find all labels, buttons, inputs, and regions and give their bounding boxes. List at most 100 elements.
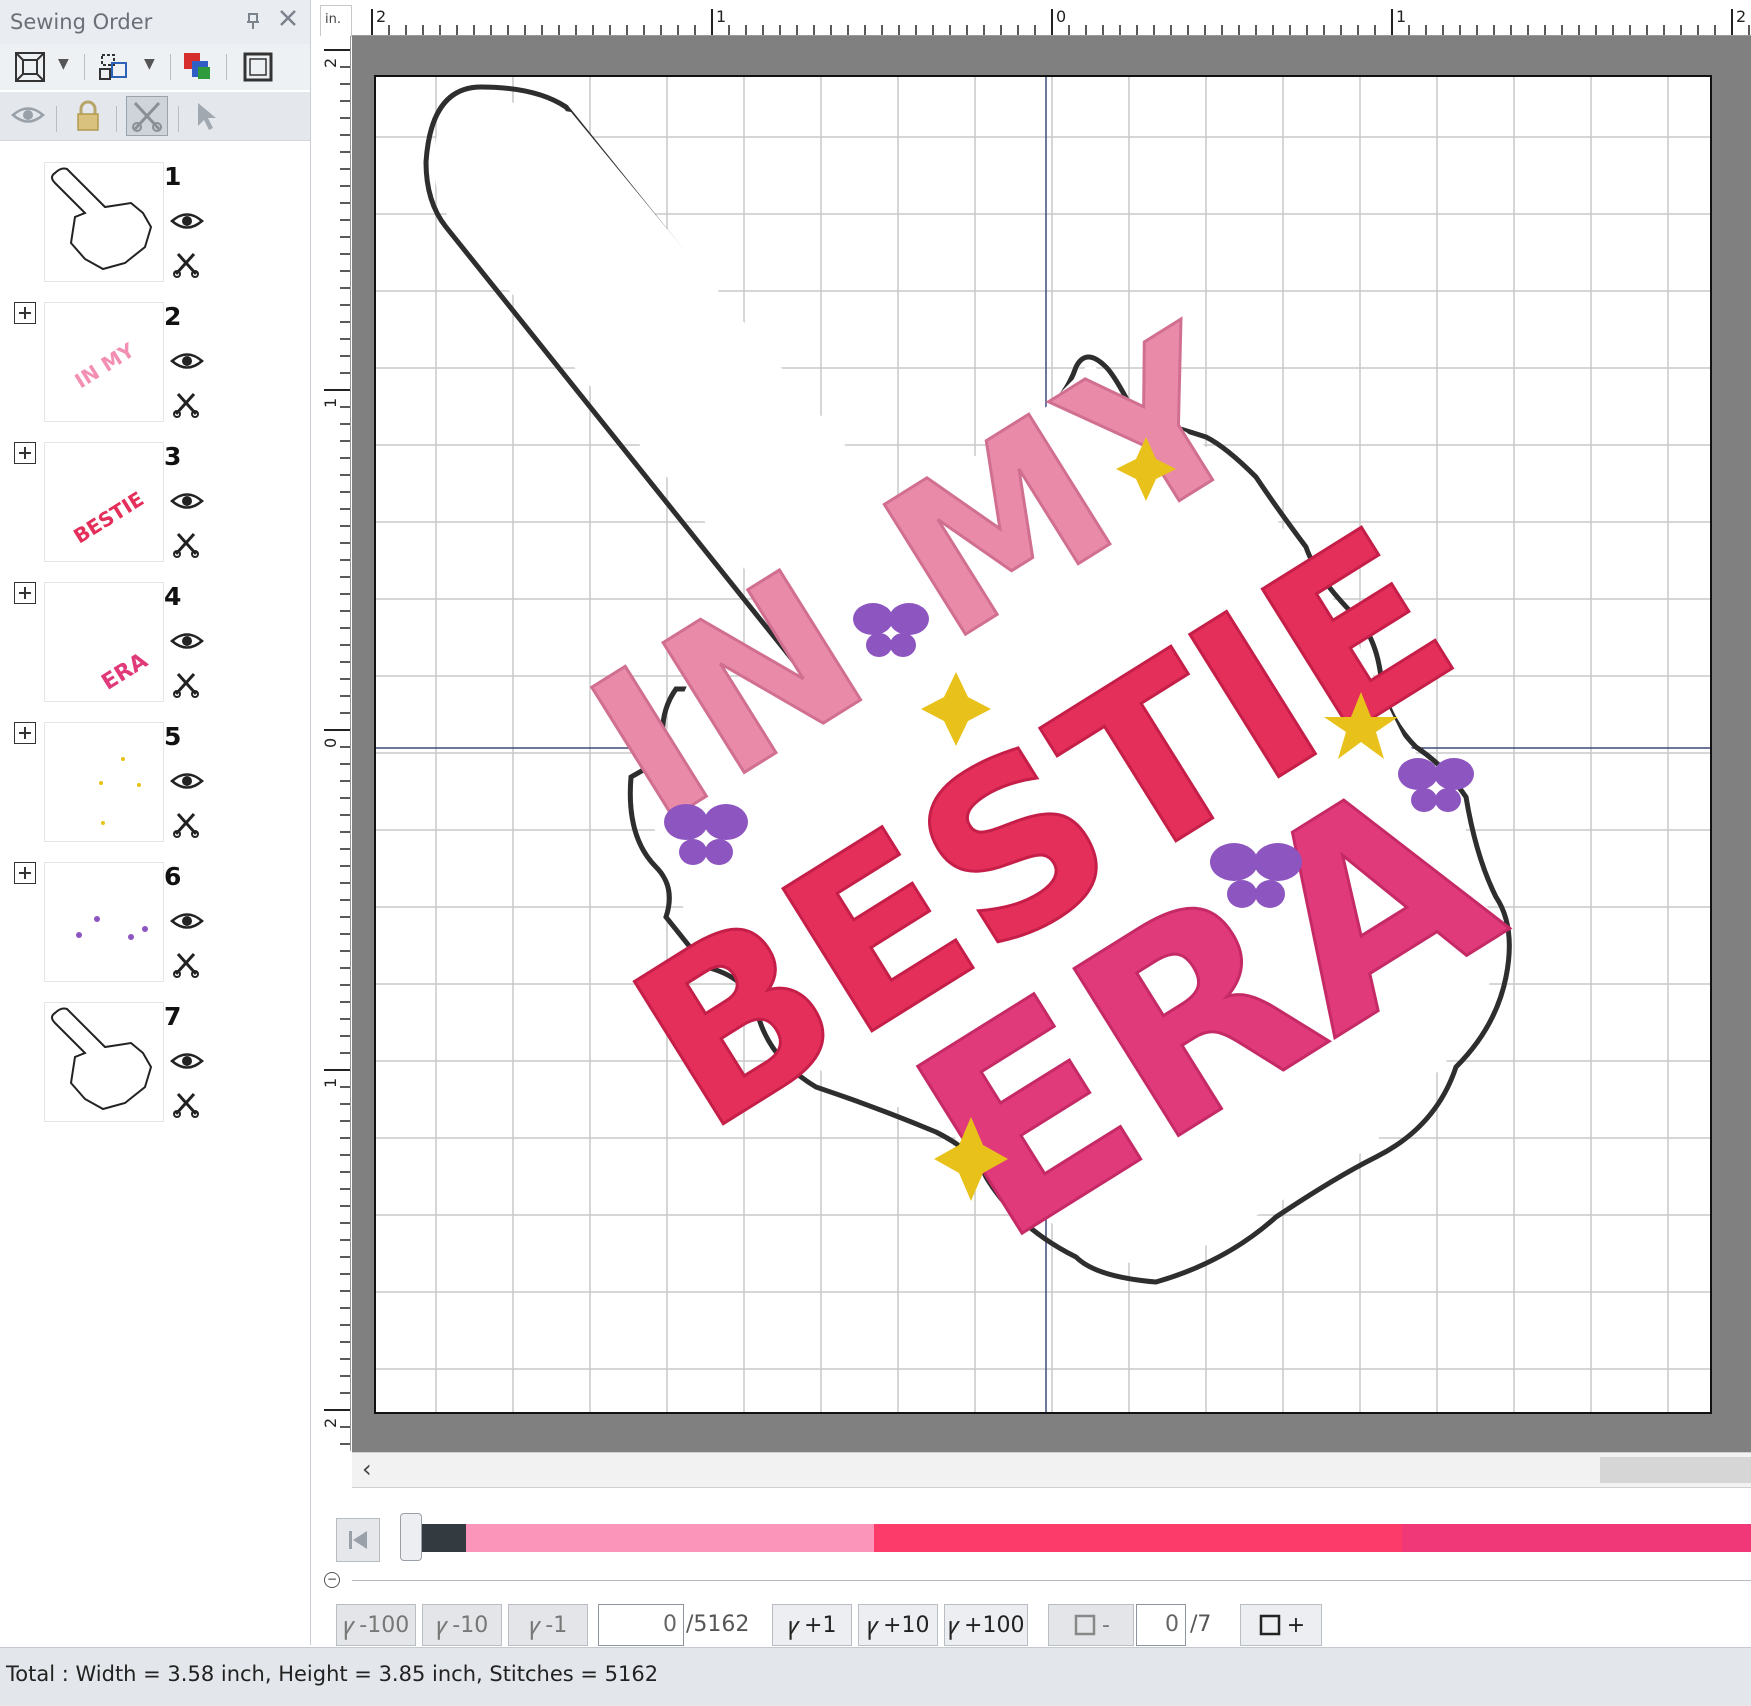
color-sequence-bar[interactable] (418, 1524, 1751, 1552)
step-minus-10-button[interactable]: ꝩ -10 (422, 1604, 502, 1646)
needle-icon: ꝩ (787, 1611, 801, 1640)
scroll-thumb[interactable] (1600, 1457, 1751, 1483)
color-segment (1401, 1524, 1751, 1552)
ruler-label: 2 (1736, 7, 1746, 26)
scissors-icon[interactable] (172, 950, 200, 978)
expand-icon[interactable] (14, 302, 36, 324)
fit-view-icon[interactable] (12, 49, 48, 85)
eye-icon[interactable] (170, 770, 204, 792)
trim-icon[interactable] (126, 96, 168, 136)
ruler-label: 2 (376, 7, 386, 26)
sewing-order-item[interactable]: 7 (0, 980, 310, 1122)
color-total: /7 (1190, 1612, 1212, 1637)
sewing-order-item[interactable]: BESTIE 3 (0, 420, 310, 562)
sewing-order-item[interactable]: IN MY 2 (0, 280, 310, 422)
sewing-order-item[interactable]: 1 (0, 140, 310, 282)
embroidery-hoop[interactable]: IN MY BESTIE ERA (374, 75, 1712, 1414)
eye-icon[interactable] (170, 910, 204, 932)
eye-icon[interactable] (170, 350, 204, 372)
stitch-total: /5162 (686, 1612, 750, 1637)
eye-icon[interactable] (170, 210, 204, 232)
ruler-label: 1 (321, 1078, 340, 1088)
ruler-label: 1 (1396, 7, 1406, 26)
step-plus-1-button[interactable]: ꝩ +1 (772, 1604, 852, 1646)
color-prev-button[interactable]: - (1048, 1604, 1134, 1646)
color-position-input[interactable]: 0 (1136, 1604, 1186, 1646)
item-thumbnail[interactable] (44, 862, 164, 982)
sewing-order-item[interactable]: ERA 4 (0, 560, 310, 702)
scissors-icon[interactable] (172, 1090, 200, 1118)
sewing-order-item[interactable]: 5 (0, 700, 310, 842)
eye-icon[interactable] (170, 1050, 204, 1072)
sewing-order-panel: Sewing Order ▼ ▼ 1 IN MY 2 BESTIE 3 ERA … (0, 0, 311, 1645)
item-number: 5 (164, 722, 182, 751)
sewing-order-item[interactable]: 6 (0, 840, 310, 982)
collapse-icon[interactable]: − (324, 1572, 340, 1588)
visibility-icon[interactable] (10, 100, 46, 136)
stitch-position-input[interactable]: 0 (598, 1604, 684, 1646)
frame-icon (1074, 1614, 1096, 1636)
color-segment (465, 1524, 874, 1552)
sewing-order-list: 1 IN MY 2 BESTIE 3 ERA 4 5 6 7 (0, 140, 310, 1140)
needle-icon: ꝩ (866, 1611, 880, 1640)
color-next-button[interactable]: + (1240, 1604, 1322, 1646)
ruler-label: 2 (321, 1418, 340, 1428)
expand-icon[interactable] (14, 722, 36, 744)
frame-icon[interactable] (240, 49, 276, 85)
panel-toolbar-top: ▼ ▼ (0, 44, 310, 90)
item-number: 3 (164, 442, 182, 471)
panel-toolbar-bottom (0, 92, 310, 141)
item-thumbnail[interactable] (44, 162, 164, 282)
needle-icon: ꝩ (342, 1611, 356, 1640)
close-icon[interactable] (278, 8, 298, 34)
go-to-start-button[interactable] (336, 1518, 380, 1562)
scissors-icon[interactable] (172, 390, 200, 418)
select-arrow-icon[interactable] (192, 100, 228, 136)
svg-text:IN MY: IN MY (70, 338, 139, 393)
horizontal-ruler: 2 1 0 1 2 (352, 5, 1751, 36)
horizontal-scrollbar[interactable]: ‹ (352, 1452, 1751, 1488)
eye-icon[interactable] (170, 490, 204, 512)
eye-icon[interactable] (170, 630, 204, 652)
ruler-unit-label: in. (325, 12, 341, 27)
needle-icon: ꝩ (528, 1611, 542, 1640)
needle-icon: ꝩ (435, 1611, 449, 1640)
status-bar: Total : Width = 3.58 inch, Height = 3.85… (0, 1647, 1751, 1706)
item-thumbnail[interactable]: IN MY (44, 302, 164, 422)
scissors-icon[interactable] (172, 670, 200, 698)
item-number: 1 (164, 162, 182, 191)
step-minus-1-button[interactable]: ꝩ -1 (508, 1604, 588, 1646)
item-thumbnail[interactable] (44, 1002, 164, 1122)
ruler-label: 2 (321, 58, 340, 68)
lock-icon[interactable] (70, 98, 106, 134)
step-plus-100-button[interactable]: ꝩ +100 (944, 1604, 1028, 1646)
skip-start-icon (349, 1531, 367, 1549)
expand-icon[interactable] (14, 862, 36, 884)
item-thumbnail[interactable]: BESTIE (44, 442, 164, 562)
svg-text:ERA: ERA (97, 648, 152, 695)
scissors-icon[interactable] (172, 530, 200, 558)
expand-icon[interactable] (14, 442, 36, 464)
panel-title: Sewing Order (10, 10, 153, 34)
scissors-icon[interactable] (172, 810, 200, 838)
item-thumbnail[interactable]: ERA (44, 582, 164, 702)
expand-icon[interactable] (14, 582, 36, 604)
scissors-icon[interactable] (172, 250, 200, 278)
pin-icon[interactable] (244, 12, 262, 35)
ruler-unit: in. (320, 5, 352, 37)
ruler-label: 0 (1056, 7, 1066, 26)
panel-header: Sewing Order (0, 0, 310, 45)
design-canvas: IN MY BESTIE ERA (376, 77, 1710, 1412)
item-thumbnail[interactable] (44, 722, 164, 842)
chevron-down-icon[interactable]: ▼ (144, 56, 155, 72)
color-order-icon[interactable] (180, 49, 216, 85)
step-minus-100-button[interactable]: ꝩ -100 (336, 1604, 416, 1646)
group-icon[interactable] (96, 49, 132, 85)
step-plus-10-button[interactable]: ꝩ +10 (858, 1604, 938, 1646)
chevron-down-icon[interactable]: ▼ (58, 56, 69, 72)
item-number: 2 (164, 302, 182, 331)
stitch-slider-thumb[interactable] (400, 1513, 422, 1561)
needle-icon: ꝩ (947, 1611, 961, 1640)
scroll-left-icon[interactable]: ‹ (362, 1455, 372, 1483)
color-segment (418, 1524, 466, 1552)
